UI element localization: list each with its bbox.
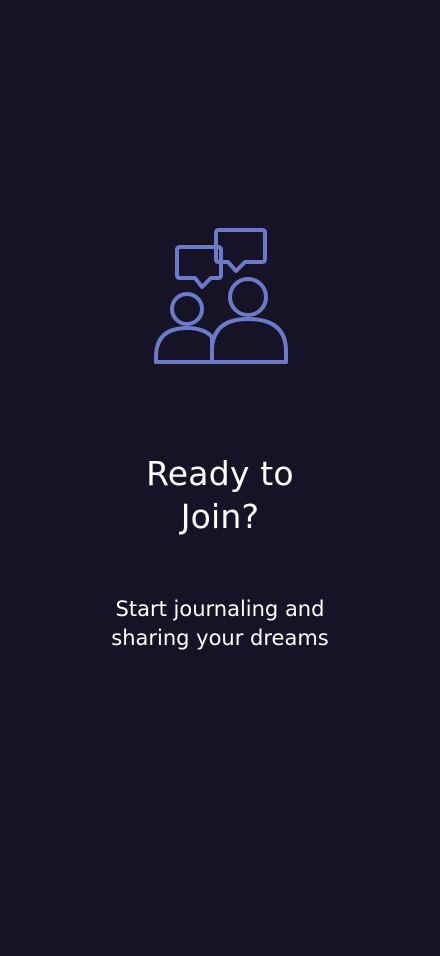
subtitle-line-1: Start journaling and bbox=[115, 597, 325, 621]
page-title: Ready to Join? bbox=[0, 452, 440, 538]
title-line-2: Join? bbox=[180, 497, 260, 537]
page-subtitle: Start journaling and sharing your dreams bbox=[0, 595, 440, 653]
onboarding-screen: Ready to Join? Start journaling and shar… bbox=[0, 0, 440, 956]
title-line-1: Ready to bbox=[146, 454, 294, 494]
subtitle-line-2: sharing your dreams bbox=[111, 626, 329, 650]
people-chat-icon bbox=[150, 225, 292, 369]
